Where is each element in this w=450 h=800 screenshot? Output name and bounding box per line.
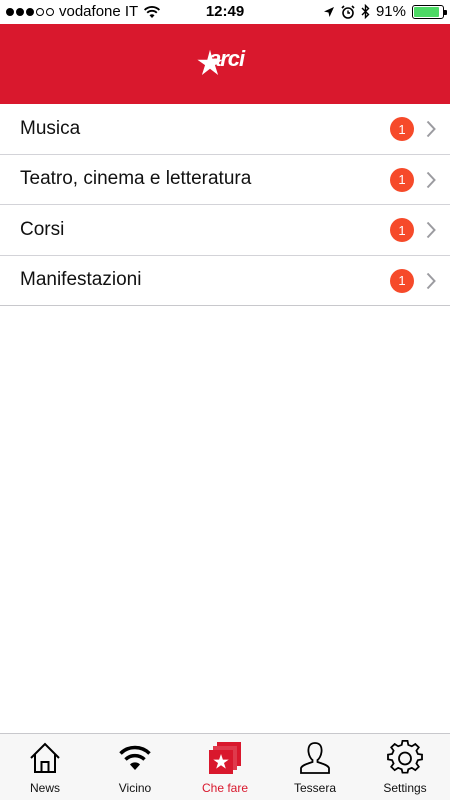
location-arrow-icon — [323, 6, 334, 17]
app-screen: vodafone IT 12:49 91% arci Musica 1 Teat… — [0, 0, 450, 800]
person-icon — [297, 740, 333, 776]
tab-vicino[interactable]: Vicino — [90, 734, 180, 800]
gear-icon — [387, 740, 423, 776]
status-right: 91% — [323, 3, 447, 20]
tab-label: Tessera — [293, 781, 337, 795]
list-item-musica[interactable]: Musica 1 — [0, 104, 450, 155]
arci-logo: arci — [195, 44, 255, 84]
tab-settings[interactable]: Settings — [360, 734, 450, 800]
alarm-clock-icon — [341, 4, 355, 19]
chevron-right-icon — [426, 171, 436, 188]
list-item-label: Musica — [20, 117, 81, 139]
battery-icon — [412, 4, 447, 19]
list-item-label: Corsi — [20, 218, 65, 240]
bluetooth-icon — [361, 4, 370, 19]
tab-label: Settings — [383, 781, 427, 795]
chevron-right-icon — [426, 221, 436, 239]
category-list: Musica 1 Teatro, cinema e letteratura 1 … — [0, 104, 450, 306]
list-item-manifestazioni[interactable]: Manifestazioni 1 — [0, 256, 450, 306]
house-icon — [27, 740, 63, 776]
count-badge: 1 — [390, 268, 414, 293]
count-badge: 1 — [390, 117, 414, 141]
tab-news[interactable]: News — [0, 734, 90, 800]
list-item-teatro[interactable]: Teatro, cinema e letteratura 1 — [0, 155, 450, 205]
count-badge: 1 — [390, 167, 414, 192]
tab-label: Che fare — [201, 781, 249, 795]
chevron-right-icon — [426, 272, 436, 289]
chevron-right-icon — [426, 120, 436, 138]
tab-che-fare[interactable]: Che fare — [180, 734, 270, 800]
status-bar: vodafone IT 12:49 91% — [0, 0, 450, 24]
battery-tip — [444, 9, 447, 15]
battery-fill — [414, 6, 440, 17]
tab-tessera[interactable]: Tessera — [270, 734, 360, 800]
list-item-label: Manifestazioni — [20, 269, 142, 291]
star-stack-icon — [207, 740, 243, 776]
wifi-icon — [117, 740, 153, 776]
tab-bar: News Vicino Che fare Tessera Settings — [0, 733, 450, 800]
logo-text: arci — [209, 46, 245, 71]
count-badge: 1 — [390, 218, 414, 242]
list-item-corsi[interactable]: Corsi 1 — [0, 205, 450, 256]
tab-label: News — [29, 781, 60, 795]
app-header: arci — [0, 24, 450, 104]
tab-label: Vicino — [118, 781, 152, 795]
list-item-label: Teatro, cinema e letteratura — [20, 168, 252, 190]
battery-percent: 91% — [375, 3, 406, 20]
